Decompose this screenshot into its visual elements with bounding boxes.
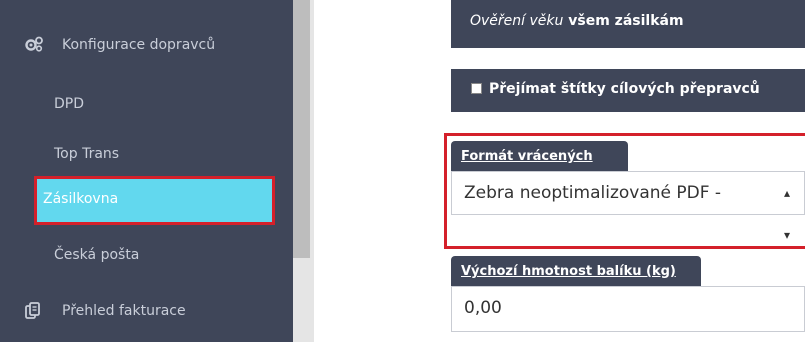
age-verification-italic: Ověření věku: [470, 13, 564, 29]
adopt-carrier-labels-checkbox[interactable]: [471, 83, 482, 94]
adopt-carrier-labels-row[interactable]: Přejímat štítky cílových přepravců: [451, 69, 805, 112]
sidebar-item-label: Česká pošta: [54, 247, 140, 263]
sidebar-item-ceska-posta[interactable]: Česká pošta: [0, 244, 293, 268]
sidebar-item-label: Přehled fakturace: [62, 303, 186, 319]
default-weight-value: 0,00: [464, 298, 502, 318]
gears-icon: [24, 36, 44, 56]
sidebar-item-billing-overview[interactable]: Přehled fakturace: [0, 300, 293, 324]
sidebar-item-label: Top Trans: [54, 146, 120, 162]
sidebar-item-label: DPD: [54, 96, 85, 112]
billing-icon: [24, 302, 42, 324]
sidebar-item-label: Zásilkovna: [43, 191, 119, 207]
default-weight-input[interactable]: 0,00: [451, 286, 805, 332]
sidebar-item-zasilkovna[interactable]: Zásilkovna: [34, 176, 275, 225]
highlight-frame: [444, 133, 805, 249]
age-verification-bar: Ověření věku všem zásilkám: [451, 0, 805, 48]
scrollbar-thumb[interactable]: [293, 0, 310, 258]
sidebar-item-dpd[interactable]: DPD: [0, 93, 293, 117]
sidebar-section-carrier-config[interactable]: Konfigurace dopravců: [0, 34, 293, 58]
age-verification-rest: všem zásilkám: [563, 13, 684, 29]
default-weight-label: Výchozí hmotnost balíku (kg): [451, 256, 701, 286]
sidebar: Konfigurace dopravců DPD Top Trans Zásil…: [0, 0, 293, 342]
sidebar-section-label: Konfigurace dopravců: [62, 37, 216, 53]
age-verification-text: Ověření věku všem zásilkám: [470, 13, 684, 29]
adopt-carrier-labels-label: Přejímat štítky cílových přepravců: [489, 81, 760, 97]
sidebar-item-top-trans[interactable]: Top Trans: [0, 143, 293, 167]
